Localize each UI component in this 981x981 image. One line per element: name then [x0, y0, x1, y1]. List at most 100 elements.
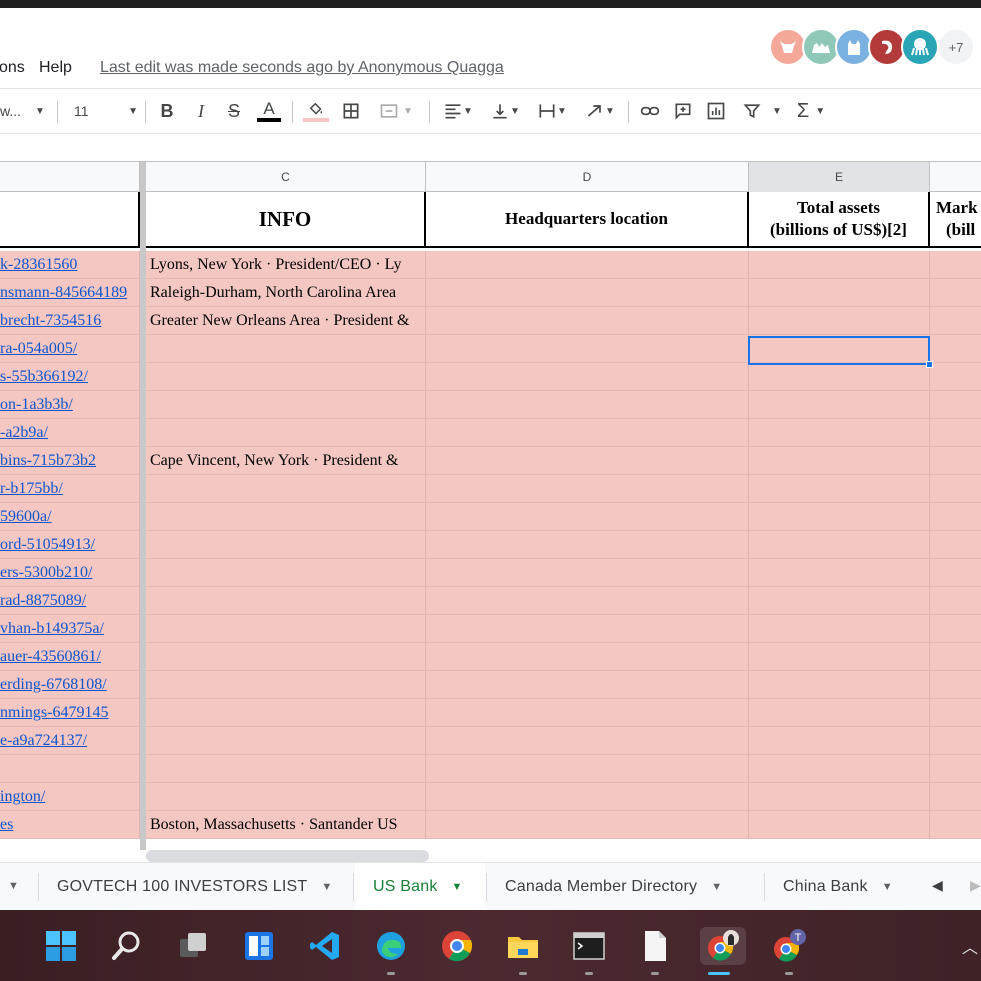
hq-cell[interactable]: [426, 811, 749, 838]
total-assets-cell[interactable]: [749, 503, 930, 530]
market-cell[interactable]: [930, 783, 981, 810]
profile-link-cell[interactable]: rad-8875089/: [0, 587, 140, 614]
market-cell[interactable]: [930, 643, 981, 670]
column-header-d[interactable]: D: [426, 162, 749, 192]
scroll-tabs-left-icon[interactable]: ◀: [932, 877, 943, 894]
info-cell[interactable]: [146, 615, 426, 642]
fill-color-icon[interactable]: [302, 98, 330, 124]
notepad-icon[interactable]: [636, 927, 674, 975]
hq-cell[interactable]: [426, 475, 749, 502]
bold-icon[interactable]: B: [155, 98, 179, 124]
total-assets-cell[interactable]: [749, 671, 930, 698]
hq-cell[interactable]: [426, 335, 749, 362]
header-cell-link[interactable]: [0, 192, 140, 246]
info-cell[interactable]: [146, 391, 426, 418]
hq-cell[interactable]: [426, 699, 749, 726]
info-cell[interactable]: [146, 559, 426, 586]
info-cell[interactable]: [146, 419, 426, 446]
windows-start-icon[interactable]: [42, 927, 80, 965]
hq-cell[interactable]: [426, 671, 749, 698]
functions-icon[interactable]: Σ ▼: [793, 98, 829, 124]
market-cell[interactable]: [930, 811, 981, 838]
chrome-profile-icon[interactable]: [700, 927, 746, 975]
tab-china-bank[interactable]: China Bank ▼: [765, 863, 911, 911]
column-header-c[interactable]: C: [146, 162, 426, 192]
total-assets-cell[interactable]: [749, 559, 930, 586]
chrome-teams-icon[interactable]: T: [770, 927, 808, 975]
info-cell[interactable]: Raleigh-Durham, North Carolina Area: [146, 279, 426, 306]
borders-icon[interactable]: [340, 98, 362, 124]
info-cell[interactable]: [146, 699, 426, 726]
widgets-icon[interactable]: [240, 927, 278, 965]
chevron-down-icon[interactable]: ▼: [711, 881, 722, 893]
tab-govtech[interactable]: GOVTECH 100 INVESTORS LIST ▼: [39, 863, 350, 911]
market-cell[interactable]: [930, 615, 981, 642]
italic-icon[interactable]: I: [189, 98, 213, 124]
hq-cell[interactable]: [426, 447, 749, 474]
market-cell[interactable]: [930, 531, 981, 558]
total-assets-cell[interactable]: [749, 475, 930, 502]
chevron-down-icon[interactable]: ▼: [452, 881, 463, 893]
market-cell[interactable]: [930, 279, 981, 306]
market-cell[interactable]: [930, 559, 981, 586]
profile-link-cell[interactable]: vhan-b149375a/: [0, 615, 140, 642]
header-cell-info[interactable]: INFO: [146, 192, 426, 246]
text-wrap-icon[interactable]: ▼: [534, 98, 570, 124]
scroll-tabs-right-icon[interactable]: ▶: [970, 877, 981, 894]
profile-link-cell[interactable]: -a2b9a/: [0, 419, 140, 446]
info-cell[interactable]: [146, 671, 426, 698]
info-cell[interactable]: [146, 783, 426, 810]
info-cell[interactable]: [146, 643, 426, 670]
edge-icon[interactable]: [372, 927, 410, 975]
total-assets-cell[interactable]: [749, 531, 930, 558]
profile-link-cell[interactable]: e-a9a724137/: [0, 727, 140, 754]
merge-cells-icon[interactable]: ▼: [374, 98, 418, 124]
font-size-select[interactable]: 11 ▼: [70, 98, 138, 124]
total-assets-cell[interactable]: [749, 811, 930, 838]
market-cell[interactable]: [930, 419, 981, 446]
profile-link-cell[interactable]: [0, 755, 140, 782]
header-cell-total-assets[interactable]: Total assets (billions of US$)[2]: [749, 192, 930, 246]
total-assets-cell[interactable]: [749, 755, 930, 782]
vscode-icon[interactable]: [306, 927, 344, 965]
hq-cell[interactable]: [426, 615, 749, 642]
profile-link-cell[interactable]: r-b175bb/: [0, 475, 140, 502]
vertical-align-icon[interactable]: ▼: [487, 98, 523, 124]
total-assets-cell[interactable]: [749, 615, 930, 642]
info-cell[interactable]: [146, 503, 426, 530]
hq-cell[interactable]: [426, 755, 749, 782]
header-cell-market[interactable]: Mark (bill: [930, 192, 981, 246]
market-cell[interactable]: [930, 475, 981, 502]
insert-chart-icon[interactable]: [705, 98, 727, 124]
hq-cell[interactable]: [426, 503, 749, 530]
market-cell[interactable]: [930, 447, 981, 474]
chevron-up-icon[interactable]: ︿: [962, 934, 978, 958]
info-cell[interactable]: [146, 475, 426, 502]
total-assets-cell[interactable]: [749, 587, 930, 614]
text-rotation-icon[interactable]: ▼: [581, 98, 619, 124]
hq-cell[interactable]: [426, 419, 749, 446]
market-cell[interactable]: [930, 755, 981, 782]
hq-cell[interactable]: [426, 727, 749, 754]
hq-cell[interactable]: [426, 363, 749, 390]
font-family-select[interactable]: w... ▼: [0, 98, 50, 124]
hq-cell[interactable]: [426, 391, 749, 418]
market-cell[interactable]: [930, 727, 981, 754]
column-header-b[interactable]: [0, 162, 140, 192]
market-cell[interactable]: [930, 335, 981, 362]
profile-link-cell[interactable]: nsmann-845664189: [0, 279, 140, 306]
column-header-f[interactable]: [930, 162, 981, 192]
info-cell[interactable]: [146, 363, 426, 390]
total-assets-cell[interactable]: [749, 783, 930, 810]
total-assets-cell[interactable]: [749, 251, 930, 278]
hq-cell[interactable]: [426, 251, 749, 278]
profile-link-cell[interactable]: s-55b366192/: [0, 363, 140, 390]
hq-cell[interactable]: [426, 531, 749, 558]
profile-link-cell[interactable]: ington/: [0, 783, 140, 810]
market-cell[interactable]: [930, 363, 981, 390]
chevron-down-icon[interactable]: ▼: [321, 881, 332, 893]
total-assets-cell[interactable]: [749, 279, 930, 306]
profile-link-cell[interactable]: bins-715b73b2: [0, 447, 140, 474]
market-cell[interactable]: [930, 391, 981, 418]
hq-cell[interactable]: [426, 587, 749, 614]
